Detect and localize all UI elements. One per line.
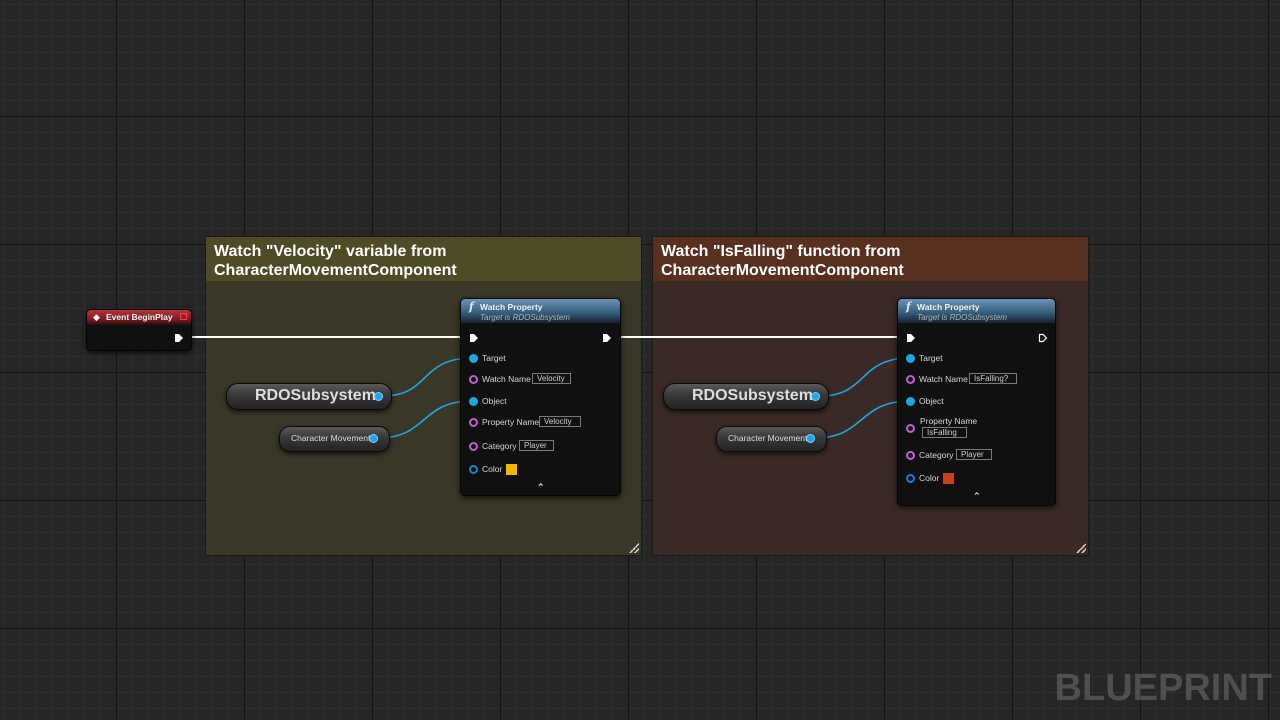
blueprint-watermark: BLUEPRINT [1054,667,1272,709]
node-title: Watch Property [917,302,980,312]
node-subtitle: Target is RDOSubsystem [917,313,1007,322]
watch-name-pin[interactable] [906,375,915,384]
color-pin[interactable] [906,474,915,483]
character-movement-getter-node[interactable]: Character Movement [716,426,827,452]
comment-title-line1: Watch "IsFalling" function from [661,243,901,260]
property-name-input[interactable]: IsFalling [922,427,967,438]
watch-name-label: Watch Name [482,374,531,384]
node-header[interactable]: f Watch Property Target is RDOSubsystem [898,299,1055,323]
property-name-label: Property Name [920,416,978,426]
category-label: Category [919,450,954,460]
comment-title-line2: CharacterMovementComponent [661,262,904,279]
target-pin[interactable] [906,354,915,363]
collapse-chevron-icon[interactable]: ⌃ [537,482,545,493]
object-pin[interactable] [469,397,478,406]
rdosubsystem-output-pin[interactable] [374,392,383,401]
rdosubsystem-getter-node[interactable]: RDOSubsystem [226,383,392,410]
event-diamond-icon: ◆ [93,312,100,322]
character-movement-label: Character Movement [728,433,808,443]
rdosubsystem-output-pin[interactable] [811,392,820,401]
color-swatch[interactable] [943,473,954,484]
color-swatch[interactable] [506,464,517,475]
rdosubsystem-label: RDOSubsystem [255,387,376,404]
property-name-pin[interactable] [469,418,478,427]
color-label: Color [919,473,940,483]
target-pin[interactable] [469,354,478,363]
watch-name-label: Watch Name [919,374,968,384]
rdosubsystem-label: RDOSubsystem [692,387,813,404]
node-header[interactable]: f Watch Property Target is RDOSubsystem [461,299,620,323]
comment-title-line2: CharacterMovementComponent [214,262,457,279]
color-pin[interactable] [469,465,478,474]
comment-header-velocity[interactable]: Watch "Velocity" variable from Character… [206,237,641,281]
function-icon: f [906,300,911,313]
event-header[interactable]: ◆ Event BeginPlay [87,310,191,325]
comment-header-isfalling[interactable]: Watch "IsFalling" function from Characte… [653,237,1088,281]
resize-grip-icon[interactable] [629,543,639,553]
exec-out-pin-unconnected[interactable] [1038,333,1048,343]
category-label: Category [482,441,517,451]
target-label: Target [919,353,943,363]
category-pin[interactable] [469,442,478,451]
watch-property-node-isfalling[interactable]: f Watch Property Target is RDOSubsystem … [897,298,1056,506]
character-movement-getter-node[interactable]: Character Movement [279,426,390,452]
category-input[interactable]: Player [956,449,992,460]
event-title: Event BeginPlay [106,312,173,322]
object-label: Object [482,396,507,406]
character-movement-output-pin[interactable] [806,434,815,443]
property-name-label: Property Name [482,417,540,427]
category-pin[interactable] [906,451,915,460]
color-label: Color [482,464,503,474]
collapse-chevron-icon[interactable]: ⌃ [973,491,981,502]
comment-title-line1: Watch "Velocity" variable from [214,243,447,260]
object-label: Object [919,396,944,406]
node-title: Watch Property [480,302,543,312]
object-pin[interactable] [906,397,915,406]
character-movement-output-pin[interactable] [369,434,378,443]
exec-out-pin[interactable] [602,333,612,343]
target-label: Target [482,353,506,363]
watch-name-pin[interactable] [469,375,478,384]
property-name-pin[interactable] [906,424,915,433]
watch-name-input[interactable]: Velocity [532,373,571,384]
character-movement-label: Character Movement [291,433,371,443]
node-subtitle: Target is RDOSubsystem [480,313,570,322]
watch-property-node-velocity[interactable]: f Watch Property Target is RDOSubsystem … [460,298,621,496]
watch-name-input[interactable]: IsFalling? [969,373,1017,384]
rdosubsystem-getter-node[interactable]: RDOSubsystem [663,383,829,410]
exec-out-pin[interactable] [174,333,184,343]
property-name-input[interactable]: Velocity [539,416,581,427]
event-beginplay-node[interactable]: ◆ Event BeginPlay [86,309,192,351]
resize-grip-icon[interactable] [1076,543,1086,553]
delegate-pin-icon[interactable] [180,313,187,320]
category-input[interactable]: Player [519,440,554,451]
function-icon: f [469,300,474,313]
exec-in-pin[interactable] [469,333,479,343]
exec-in-pin[interactable] [906,333,916,343]
